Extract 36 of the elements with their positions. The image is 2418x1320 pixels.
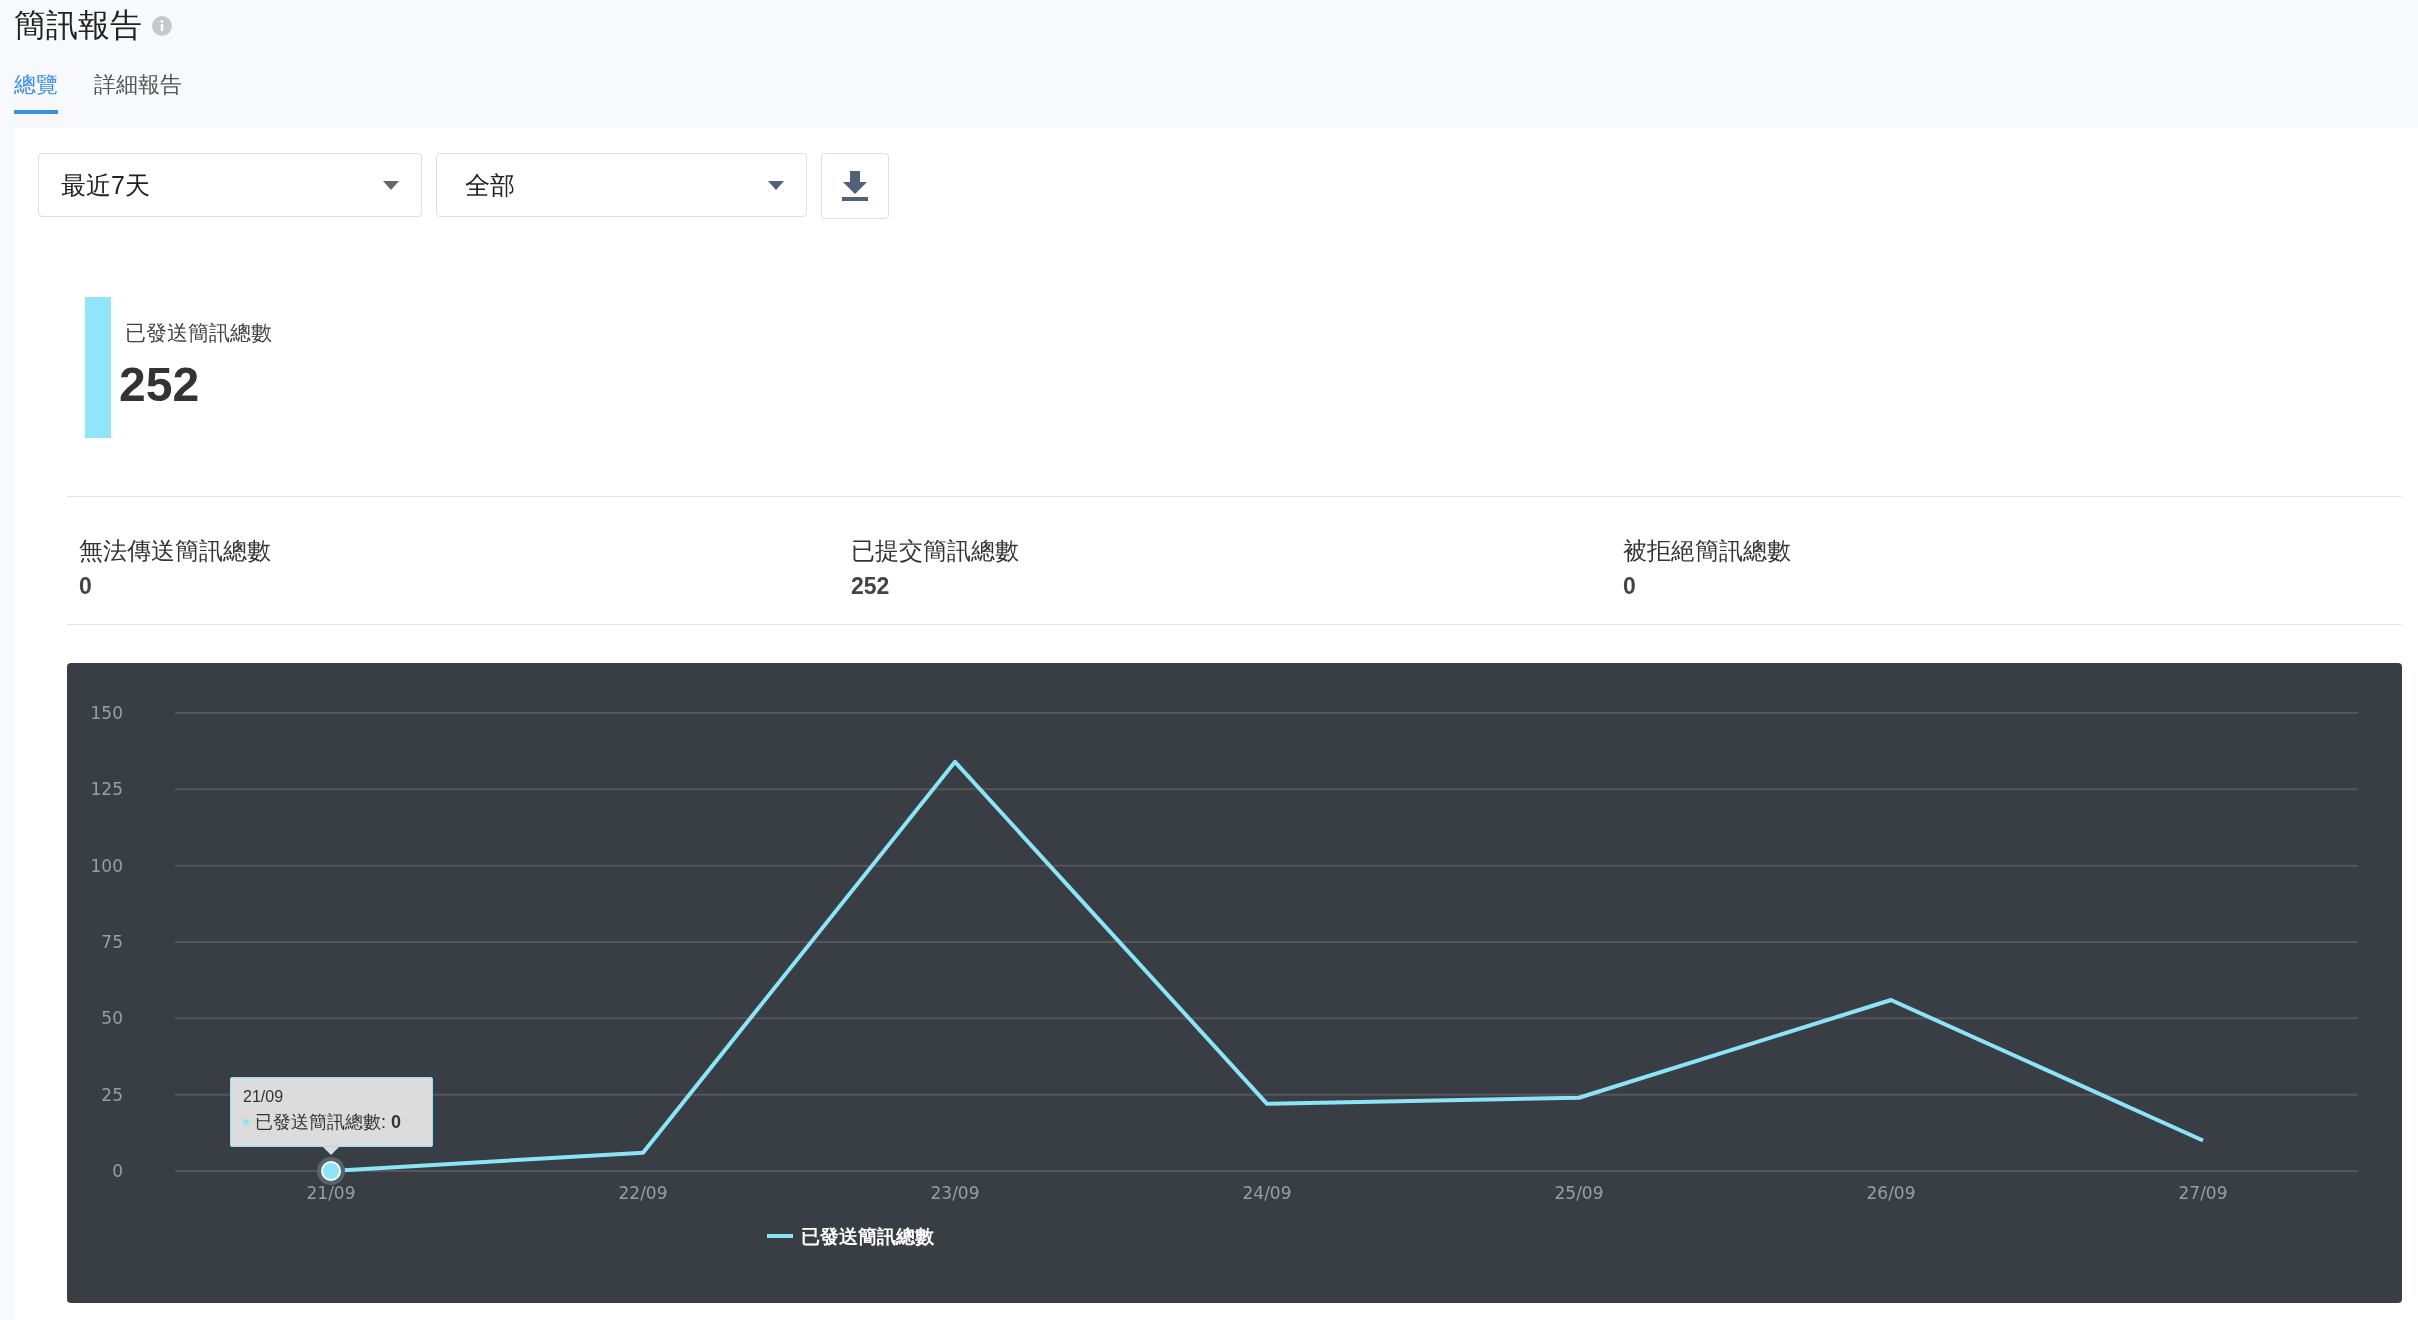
axis-label: 25/09 bbox=[1554, 1183, 1604, 1203]
data-point[interactable] bbox=[317, 1157, 345, 1185]
caret-icon bbox=[768, 180, 784, 190]
axis-label: 22/09 bbox=[618, 1183, 668, 1203]
caret-icon bbox=[383, 180, 399, 190]
axis-label: 26/09 bbox=[1866, 1183, 1916, 1203]
page-title: 簡訊報告 bbox=[14, 6, 142, 45]
axis-label: 125 bbox=[90, 779, 123, 800]
axis-label: 24/09 bbox=[1242, 1183, 1292, 1203]
legend-swatch bbox=[767, 1234, 793, 1238]
tooltip-text: 已發送簡訊總數: 0 bbox=[255, 1111, 402, 1134]
download-button[interactable] bbox=[821, 153, 889, 219]
axis-label: 0 bbox=[112, 1161, 123, 1181]
metric-label: 被拒絕簡訊總數 bbox=[1623, 536, 1792, 566]
axis-label: 100 bbox=[90, 855, 123, 876]
axis-label: 21/09 bbox=[306, 1183, 356, 1203]
metric-value: 0 bbox=[1623, 573, 1637, 600]
axis-label: 150 bbox=[90, 703, 123, 723]
axis-label: 50 bbox=[101, 1008, 123, 1029]
metric-label: 已提交簡訊總數 bbox=[851, 536, 1020, 566]
metric-value: 252 bbox=[851, 573, 891, 600]
axis-label: 23/09 bbox=[930, 1183, 980, 1203]
metric-value: 0 bbox=[79, 573, 93, 600]
legend-label[interactable]: 已發送簡訊總數 bbox=[801, 1226, 934, 1247]
tooltip-title: 21/09 bbox=[243, 1088, 285, 1106]
stat-value: 252 bbox=[119, 357, 201, 412]
axis-label: 27/09 bbox=[2178, 1183, 2228, 1203]
axis-label: 25 bbox=[101, 1084, 123, 1105]
dropdown[interactable]: 最近7天 bbox=[38, 153, 422, 217]
download-icon bbox=[842, 171, 868, 201]
metric-label: 無法傳送簡訊總數 bbox=[79, 536, 272, 566]
stat-label: 已發送簡訊總數 bbox=[124, 320, 272, 346]
dropdown[interactable]: 全部 bbox=[436, 153, 807, 217]
tab[interactable]: 詳細報告 bbox=[94, 70, 182, 114]
axis-label: 75 bbox=[101, 932, 123, 952]
series-dot bbox=[243, 1119, 249, 1125]
